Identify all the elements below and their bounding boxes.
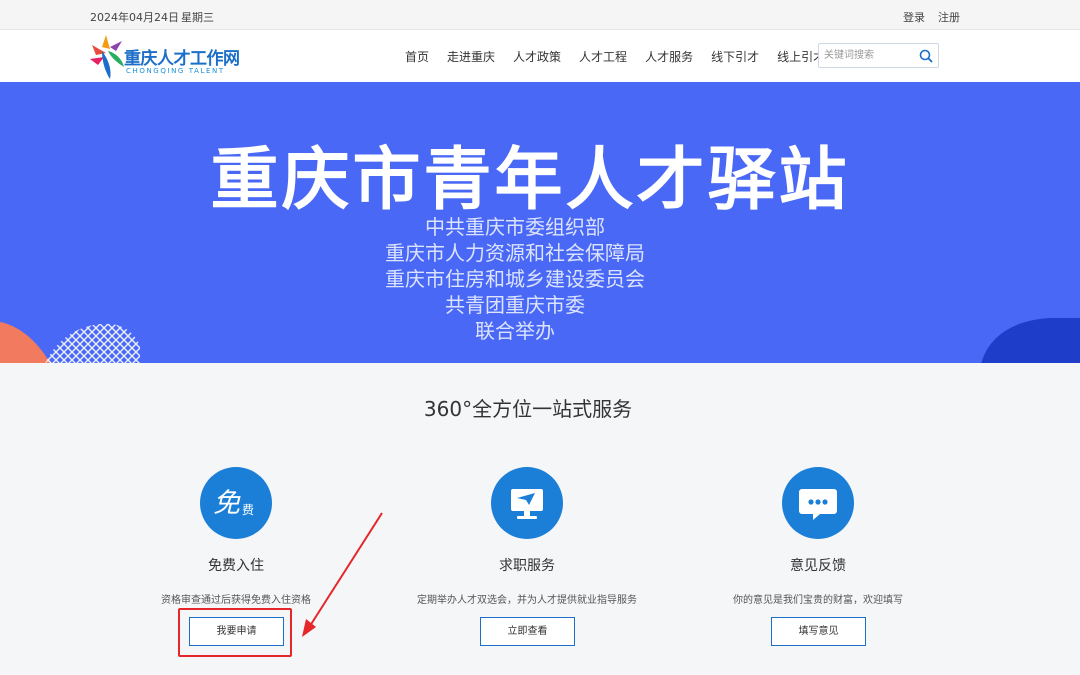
banner-organizers: 中共重庆市委组织部 重庆市人力资源和社会保障局 重庆市住房和城乡建设委员会 共青… [0, 214, 1030, 344]
service-description: 你的意见是我们宝贵的财富，欢迎填写 [733, 595, 903, 606]
svg-text:免: 免 [213, 488, 241, 519]
service-card-job: 求职服务 定期举办人才双选会，并为人才提供就业指导服务 立即查看 [377, 467, 677, 667]
svg-text:费: 费 [242, 503, 254, 517]
organizer-line: 重庆市住房和城乡建设委员会 [385, 267, 645, 291]
logo-subtitle: CHONGQING TALENT [126, 67, 225, 75]
organizer-line: 联合举办 [475, 319, 555, 343]
top-bar: 2024年04月24日 星期三 登录 注册 [0, 0, 1080, 30]
register-link[interactable]: 注册 [938, 9, 960, 25]
services-title: 360°全方位一站式服务 [423, 397, 633, 421]
search-icon[interactable] [918, 48, 934, 64]
login-link[interactable]: 登录 [903, 9, 925, 25]
site-header: 重庆人才工作网 CHONGQING TALENT 首页 走进重庆 人才政策 人才… [0, 30, 1080, 82]
free-icon: 免 费 [200, 467, 272, 539]
logo-title: 重庆人才工作网 [124, 49, 240, 69]
view-now-button[interactable]: 立即查看 [480, 617, 575, 646]
services-section: 360°全方位一站式服务 免 费 免费入住 资格审查通过后获得免费入住资格 我要… [0, 363, 1080, 675]
nav-home[interactable]: 首页 [405, 48, 429, 65]
search-box [818, 43, 939, 68]
highlight-box [178, 608, 292, 657]
nav-talent-projects[interactable]: 人才工程 [579, 48, 627, 65]
fill-feedback-button[interactable]: 填写意见 [771, 617, 866, 646]
current-date: 2024年04月24日 [90, 11, 179, 24]
banner-decoration-right [981, 318, 1080, 363]
talent-logo-icon [90, 35, 124, 79]
current-weekday: 星期三 [181, 11, 214, 24]
search-input[interactable] [824, 47, 914, 64]
banner-decoration-left [0, 322, 140, 363]
nav-talent-policy[interactable]: 人才政策 [513, 48, 561, 65]
service-name: 意见反馈 [790, 558, 846, 574]
service-card-feedback: 意见反馈 你的意见是我们宝贵的财富，欢迎填写 填写意见 [668, 467, 968, 667]
banner-title: 重庆市青年人才驿站 [210, 141, 850, 220]
nav-about-chongqing[interactable]: 走进重庆 [447, 48, 495, 65]
hero-banner: 重庆市青年人才驿站 中共重庆市委组织部 重庆市人力资源和社会保障局 重庆市住房和… [0, 82, 1080, 363]
nav-offline-recruit[interactable]: 线下引才 [711, 48, 759, 65]
organizer-line: 重庆市人力资源和社会保障局 [385, 241, 645, 265]
red-arrow-annotation [302, 512, 383, 637]
chat-bubble-icon [782, 467, 854, 539]
nav-talent-services[interactable]: 人才服务 [645, 48, 693, 65]
organizer-line: 共青团重庆市委 [445, 293, 585, 317]
organizer-line: 中共重庆市委组织部 [425, 215, 605, 239]
monitor-send-icon [491, 467, 563, 539]
service-description: 定期举办人才双选会，并为人才提供就业指导服务 [417, 595, 637, 606]
site-logo[interactable]: 重庆人才工作网 CHONGQING TALENT [88, 33, 240, 81]
service-name: 求职服务 [499, 558, 555, 574]
main-nav: 首页 走进重庆 人才政策 人才工程 人才服务 线下引才 线上引才 [405, 30, 843, 82]
